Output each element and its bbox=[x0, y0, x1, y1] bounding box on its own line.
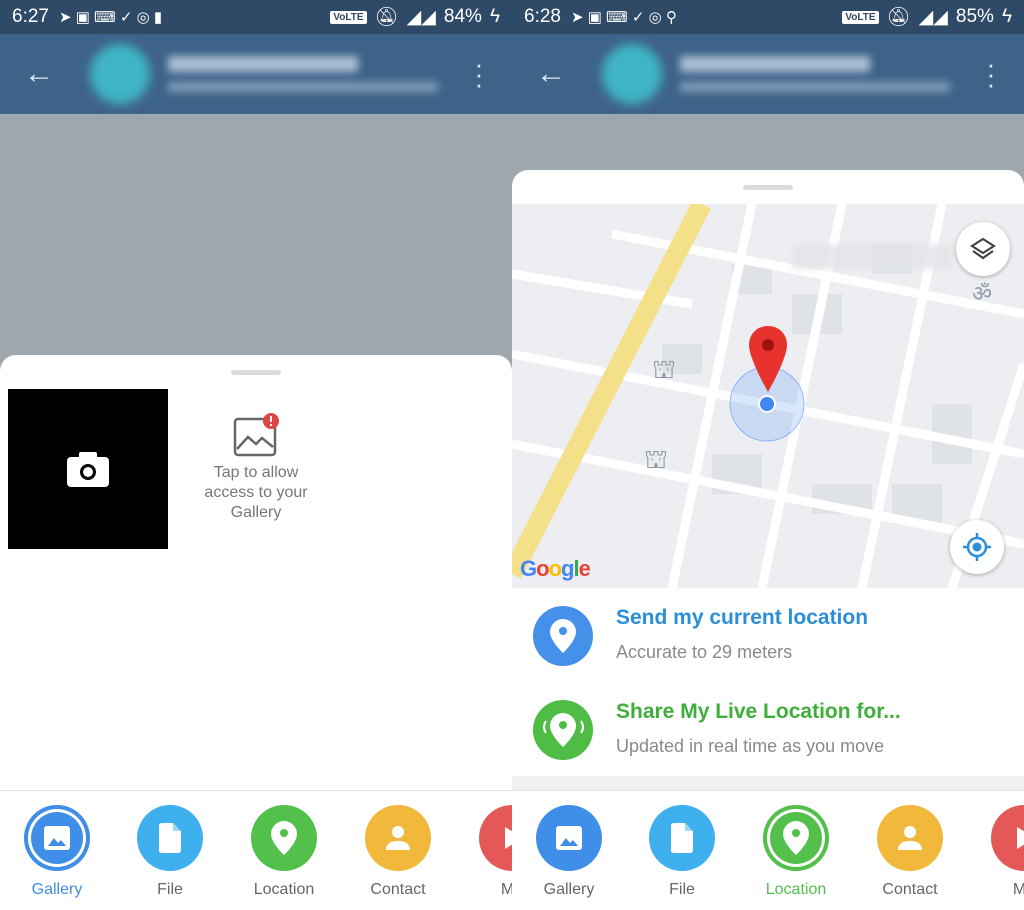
battery-percent: 84% bbox=[443, 6, 482, 27]
share-live-title: Share My Live Location for... bbox=[616, 700, 901, 723]
layers-icon bbox=[970, 237, 996, 260]
attach-sheet: Tap to allow access to your Gallery bbox=[0, 355, 512, 790]
attach-label: Gallery bbox=[31, 881, 83, 898]
send-current-location-item[interactable]: Send my current location Accurate to 29 … bbox=[512, 588, 1024, 682]
sheet-handle[interactable] bbox=[743, 185, 793, 190]
attach-label: Location bbox=[253, 881, 315, 898]
camera-icon bbox=[67, 452, 109, 487]
attach-label: Location bbox=[765, 881, 827, 898]
attach-label: Mu bbox=[1012, 881, 1024, 898]
contact-name-blurred bbox=[680, 56, 950, 92]
attach-menu: Gallery File Location Contact Mu bbox=[512, 790, 1024, 910]
attach-menu: Gallery File Location Contact Mu bbox=[0, 790, 512, 910]
location-sheet: ⛫ ⛫ ॐ Google Send my current location Ac… bbox=[512, 170, 1024, 790]
avatar[interactable] bbox=[602, 44, 662, 104]
gallery-permission-text: Tap to allow access to your Gallery bbox=[204, 464, 308, 521]
more-vert-icon[interactable]: · · · bbox=[986, 51, 996, 97]
back-arrow-icon[interactable]: ← bbox=[24, 57, 64, 91]
image-icon bbox=[536, 805, 602, 871]
attach-location-button[interactable]: Location bbox=[746, 805, 846, 899]
red-map-pin-icon bbox=[749, 326, 787, 392]
sheet-handle[interactable] bbox=[231, 370, 281, 375]
attach-gallery-button[interactable]: Gallery bbox=[519, 805, 619, 899]
status-time: 6:27 bbox=[12, 6, 49, 27]
share-live-location-item[interactable]: Share My Live Location for... Updated in… bbox=[512, 682, 1024, 776]
location-pin-icon bbox=[533, 606, 593, 666]
camera-preview[interactable] bbox=[8, 389, 168, 549]
location-attach-screen: 6:28 ➤ ▣ ⌨ ✓ ◎ ⚲ VoLTE 🔕︎ ◢◢ 85% ϟ ← · · · ⛫ ⛫… bbox=[512, 0, 1024, 910]
status-bar: 6:27 ➤ ▣ ⌨ ✓ ◎ ▮ VoLTE 🔕︎ ◢◢ 84% ϟ bbox=[0, 0, 512, 34]
person-icon bbox=[365, 805, 431, 871]
attach-mu-button[interactable]: Mu bbox=[462, 805, 512, 899]
gallery-attach-screen: 6:27 ➤ ▣ ⌨ ✓ ◎ ▮ VoLTE 🔕︎ ◢◢ 84% ϟ ← · · · Tap… bbox=[0, 0, 512, 910]
charging-icon: ϟ bbox=[489, 6, 500, 27]
my-location-button[interactable] bbox=[950, 520, 1004, 574]
bell-off-icon: 🔕︎ bbox=[374, 7, 399, 28]
notification-icons: ➤ ▣ ⌨ ✓ ◎ ▮ bbox=[58, 9, 163, 26]
bell-off-icon: 🔕︎ bbox=[886, 7, 911, 28]
place-marker-icon[interactable]: ⛫ bbox=[652, 354, 676, 389]
more-vert-icon[interactable]: · · · bbox=[474, 51, 484, 97]
battery-percent: 85% bbox=[955, 6, 994, 27]
google-logo: Google bbox=[520, 556, 591, 581]
attach-label: Mu bbox=[500, 881, 512, 898]
play-icon bbox=[991, 805, 1024, 871]
crosshair-icon bbox=[963, 533, 991, 561]
image-icon bbox=[24, 805, 90, 871]
status-bar: 6:28 ➤ ▣ ⌨ ✓ ◎ ⚲ VoLTE 🔕︎ ◢◢ 85% ϟ bbox=[512, 0, 1024, 34]
image-warning-icon bbox=[233, 413, 279, 457]
attach-label: Contact bbox=[882, 881, 938, 898]
signal-icon: ◢◢ bbox=[918, 6, 948, 28]
location-pin-icon bbox=[763, 805, 829, 871]
attach-contact-button[interactable]: Contact bbox=[348, 805, 448, 899]
attach-location-button[interactable]: Location bbox=[234, 805, 334, 899]
map-view[interactable]: ⛫ ⛫ ॐ Google bbox=[512, 204, 1024, 588]
back-arrow-icon[interactable]: ← bbox=[536, 57, 576, 91]
chat-header: ← · · · bbox=[0, 34, 512, 114]
attach-mu-button[interactable]: Mu bbox=[974, 805, 1024, 899]
send-location-title: Send my current location bbox=[616, 606, 869, 629]
attach-contact-button[interactable]: Contact bbox=[860, 805, 960, 899]
live-location-icon bbox=[533, 700, 593, 760]
notification-icons: ➤ ▣ ⌨ ✓ ◎ ⚲ bbox=[570, 9, 677, 26]
attach-label: File bbox=[669, 881, 695, 898]
attach-file-button[interactable]: File bbox=[632, 805, 732, 899]
contact-name-blurred bbox=[168, 56, 438, 92]
charging-icon: ϟ bbox=[1001, 6, 1012, 27]
person-icon bbox=[877, 805, 943, 871]
attach-gallery-button[interactable]: Gallery bbox=[7, 805, 107, 899]
avatar[interactable] bbox=[90, 44, 150, 104]
divider bbox=[512, 776, 1024, 790]
chat-header: ← · · · bbox=[512, 34, 1024, 114]
file-icon bbox=[137, 805, 203, 871]
signal-icon: ◢◢ bbox=[406, 6, 436, 28]
map-layers-button[interactable] bbox=[956, 222, 1010, 276]
attach-label: File bbox=[157, 881, 183, 898]
volte-icon: VoLTE bbox=[330, 10, 367, 24]
place-marker-icon[interactable]: ⛫ bbox=[644, 444, 668, 479]
volte-icon: VoLTE bbox=[842, 10, 879, 24]
gallery-permission-button[interactable]: Tap to allow access to your Gallery bbox=[196, 413, 316, 523]
file-icon bbox=[649, 805, 715, 871]
attach-label: Gallery bbox=[543, 881, 595, 898]
attach-file-button[interactable]: File bbox=[120, 805, 220, 899]
temple-marker-icon[interactable]: ॐ bbox=[972, 278, 992, 308]
live-location-subtitle: Updated in real time as you move bbox=[616, 736, 885, 756]
location-pin-icon bbox=[251, 805, 317, 871]
attach-label: Contact bbox=[370, 881, 426, 898]
accuracy-text: Accurate to 29 meters bbox=[616, 642, 793, 662]
play-icon bbox=[479, 805, 512, 871]
map-roads bbox=[512, 204, 1024, 588]
status-time: 6:28 bbox=[524, 6, 561, 27]
